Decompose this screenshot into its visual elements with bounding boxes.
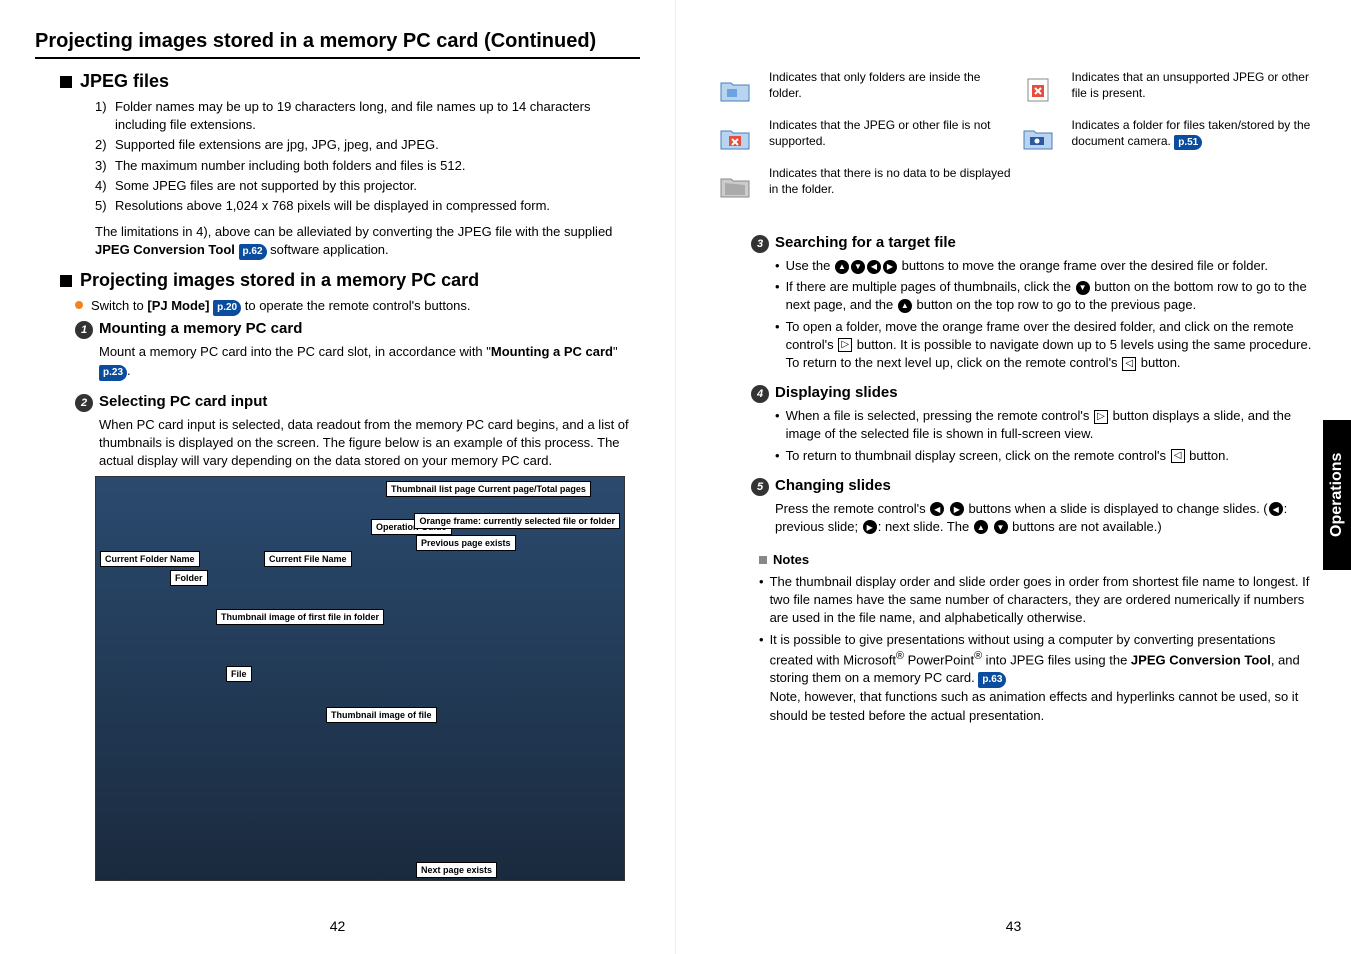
page-spread: Projecting images stored in a memory PC … [0,0,1351,954]
legend-text: Indicates that only folders are inside t… [769,70,1014,101]
step3-head: 3 Searching for a target file [751,234,1316,253]
square-bullet-icon [60,275,72,287]
right-button-icon: ▶ [863,520,877,534]
file-x-icon [1014,70,1062,110]
step1-head: 1 Mounting a memory PC card [75,320,640,339]
page-ref-icon: p.63 [978,672,1006,688]
page-number-left: 42 [330,918,346,934]
folder-only-icon [711,70,759,110]
left-button-icon: ◀ [930,502,944,516]
gray-bullet-icon [759,556,767,564]
step2-head: 2 Selecting PC card input [75,393,640,412]
step1-text: Mount a memory PC card into the PC card … [99,343,640,380]
legend-row: Indicates a folder for files taken/store… [1014,118,1317,158]
thumbnail-screenshot: Thumbnail list page Current page/Total p… [95,476,625,881]
jpeg-item-1: Folder names may be up to 19 characters … [115,98,640,134]
step3-b2: •If there are multiple pages of thumbnai… [775,278,1316,314]
legend-text: Indicates that the JPEG or other file is… [769,118,1014,149]
step-num-1-icon: 1 [75,321,93,339]
page-number-right: 43 [1006,918,1022,934]
up-button-icon: ▲ [835,260,849,274]
legend-row: Indicates that the JPEG or other file is… [711,118,1014,158]
notes-head: Notes [759,552,1316,567]
jpeg-item-3: The maximum number including both folder… [115,157,465,175]
orange-dot-icon [75,301,83,309]
legend-row: Indicates that an unsupported JPEG or ot… [1014,70,1317,110]
page-ref-icon: p.62 [239,244,267,260]
step-num-3-icon: 3 [751,235,769,253]
step2-title: Selecting PC card input [99,393,267,410]
label-thumb-page: Thumbnail list page Current page/Total p… [386,481,591,497]
jpeg-item-5: Resolutions above 1,024 x 768 pixels wil… [115,197,550,215]
label-orange-frame: Orange frame: currently selected file or… [414,513,620,529]
back-button-icon: ◁ [1171,449,1185,463]
enter-button-icon: ▷ [1094,410,1108,424]
down-button-icon: ▼ [851,260,865,274]
folder-x-icon [711,118,759,158]
notes-title: Notes [773,552,809,567]
camera-folder-icon [1014,118,1062,158]
step4-title: Displaying slides [775,384,898,401]
jpeg-list: 1)Folder names may be up to 19 character… [95,98,640,215]
up-button-icon: ▲ [898,299,912,313]
left-button-icon: ◀ [1269,502,1283,516]
step4-head: 4 Displaying slides [751,384,1316,403]
step5-title: Changing slides [775,477,891,494]
icon-legend: Indicates that only folders are inside t… [711,70,1316,214]
jpeg-section-head: JPEG files [60,71,640,92]
legend-row: Indicates that there is no data to be di… [711,166,1014,206]
side-tab-operations: Operations [1323,420,1351,570]
enter-button-icon: ▷ [838,338,852,352]
step-num-5-icon: 5 [751,478,769,496]
label-cur-folder: Current Folder Name [100,551,200,567]
step3-title: Searching for a target file [775,234,956,251]
note-2: •It is possible to give presentations wi… [759,631,1316,725]
note-1: •The thumbnail display order and slide o… [759,573,1316,628]
page-title: Projecting images stored in a memory PC … [35,30,640,59]
step4-b1: •When a file is selected, pressing the r… [775,407,1316,443]
proj-section-head: Projecting images stored in a memory PC … [60,270,640,291]
square-bullet-icon [60,76,72,88]
jpeg-item-2: Supported file extensions are jpg, JPG, … [115,136,439,154]
page-ref-icon: p.20 [213,300,241,316]
label-next-page: Next page exists [416,862,497,878]
jpeg-item-4: Some JPEG files are not supported by thi… [115,177,417,195]
jpeg-limitation: The limitations in 4), above can be alle… [95,223,640,260]
left-button-icon: ◀ [867,260,881,274]
up-button-icon: ▲ [974,520,988,534]
right-button-icon: ▶ [950,502,964,516]
jpeg-title: JPEG files [80,71,169,92]
switch-line: Switch to [PJ Mode] p.20 to operate the … [75,297,640,316]
page-ref-icon: p.23 [99,365,127,381]
legend-text: Indicates a folder for files taken/store… [1072,118,1317,150]
label-thumb-first: Thumbnail image of first file in folder [216,609,384,625]
proj-title: Projecting images stored in a memory PC … [80,270,479,291]
label-thumb-file: Thumbnail image of file [326,707,437,723]
label-cur-file: Current File Name [264,551,352,567]
label-prev-page: Previous page exists [416,535,516,551]
back-button-icon: ◁ [1122,357,1136,371]
step5-head: 5 Changing slides [751,477,1316,496]
step-num-2-icon: 2 [75,394,93,412]
right-page: Indicates that only folders are inside t… [676,0,1351,954]
folder-empty-icon [711,166,759,206]
left-page: Projecting images stored in a memory PC … [0,0,676,954]
step4-b2: •To return to thumbnail display screen, … [775,447,1316,465]
right-button-icon: ▶ [883,260,897,274]
step2-text: When PC card input is selected, data rea… [99,416,640,471]
step1-title: Mounting a memory PC card [99,320,302,337]
legend-text: Indicates that an unsupported JPEG or ot… [1072,70,1317,101]
step3-b3: •To open a folder, move the orange frame… [775,318,1316,373]
down-button-icon: ▼ [994,520,1008,534]
down-button-icon: ▼ [1076,281,1090,295]
step5-text: Press the remote control's ◀ ▶ buttons w… [775,500,1316,536]
step-num-4-icon: 4 [751,385,769,403]
legend-text: Indicates that there is no data to be di… [769,166,1014,197]
legend-row: Indicates that only folders are inside t… [711,70,1014,110]
label-file: File [226,666,252,682]
step3-b1: •Use the ▲▼◀▶ buttons to move the orange… [775,257,1316,275]
page-ref-icon: p.51 [1174,135,1202,150]
label-folder: Folder [170,570,208,586]
